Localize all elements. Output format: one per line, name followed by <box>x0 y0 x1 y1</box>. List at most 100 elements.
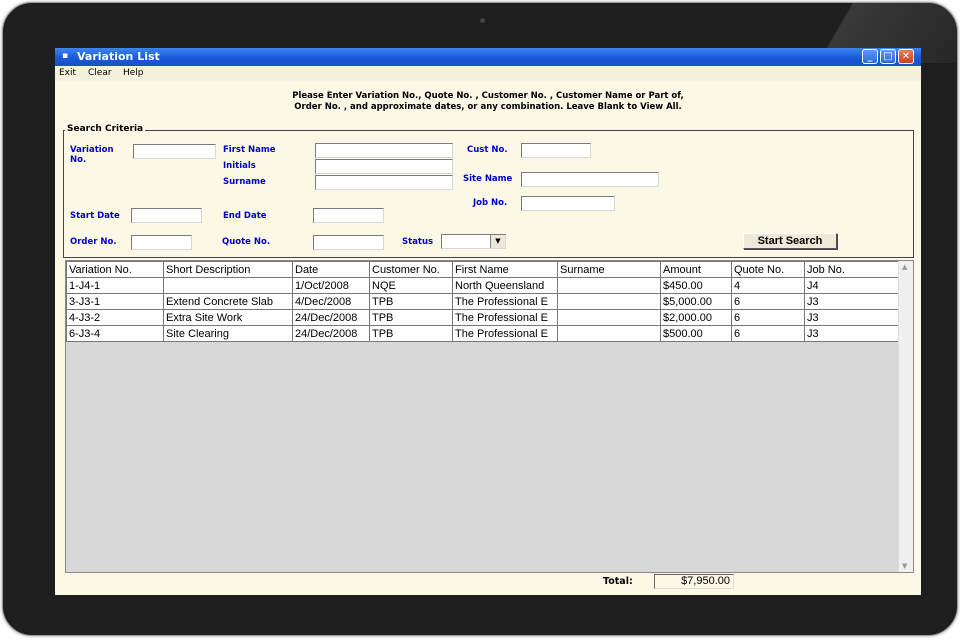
site-name-label: Site Name <box>463 174 513 184</box>
start-search-button[interactable]: Start Search <box>743 233 837 249</box>
variation-no-label: Variation No. <box>70 145 114 165</box>
col-customer-no[interactable]: Customer No. <box>369 261 453 278</box>
total-label: Total: <box>603 576 633 587</box>
close-icon[interactable]: ✕ <box>898 49 914 64</box>
cell[interactable]: TPB <box>369 325 453 342</box>
quote-no-input[interactable] <box>313 235 384 250</box>
col-amount[interactable]: Amount <box>660 261 732 278</box>
cell[interactable] <box>557 325 661 342</box>
start-date-label: Start Date <box>70 211 120 221</box>
menu-help[interactable]: Help <box>123 68 144 78</box>
cell[interactable]: 4 <box>731 277 805 294</box>
total-value: $7,950.00 <box>654 574 734 589</box>
cell[interactable]: Extend Concrete Slab <box>163 293 293 310</box>
variation-list-window: ▪ Variation List _ □ ✕ Exit Clear Help P… <box>55 48 921 595</box>
cell[interactable]: $2,000.00 <box>660 309 732 326</box>
col-variation-no[interactable]: Variation No. <box>66 261 164 278</box>
cell[interactable]: 24/Dec/2008 <box>292 309 370 326</box>
cell[interactable]: J4 <box>804 277 902 294</box>
cell[interactable]: 6 <box>731 309 805 326</box>
screen: ▪ Variation List _ □ ✕ Exit Clear Help P… <box>55 48 921 595</box>
start-date-input[interactable] <box>131 208 202 223</box>
cell[interactable]: 6 <box>731 293 805 310</box>
cell[interactable]: $500.00 <box>660 325 732 342</box>
status-label: Status <box>402 237 434 247</box>
col-surname[interactable]: Surname <box>557 261 661 278</box>
table-header-row: Variation No. Short Description Date Cus… <box>66 261 902 278</box>
quote-no-label: Quote No. <box>222 237 271 247</box>
cust-no-label: Cust No. <box>467 145 508 155</box>
cell[interactable]: TPB <box>369 309 453 326</box>
table-row[interactable]: 3-J3-1 Extend Concrete Slab 4/Dec/2008 T… <box>66 293 902 310</box>
cell[interactable]: J3 <box>804 325 902 342</box>
col-first-name[interactable]: First Name <box>452 261 558 278</box>
table-row[interactable]: 4-J3-2 Extra Site Work 24/Dec/2008 TPB T… <box>66 309 902 326</box>
table-row[interactable]: 1-J4-1 1/Oct/2008 NQE North Queensland $… <box>66 277 902 294</box>
window-title: Variation List <box>77 50 160 63</box>
cell[interactable]: $5,000.00 <box>660 293 732 310</box>
menu-bar: Exit Clear Help <box>55 66 921 81</box>
minimize-icon[interactable]: _ <box>862 49 878 64</box>
maximize-icon[interactable]: □ <box>880 49 896 64</box>
col-quote-no[interactable]: Quote No. <box>731 261 805 278</box>
table-row[interactable]: 6-J3-4 Site Clearing 24/Dec/2008 TPB The… <box>66 325 902 342</box>
initials-input[interactable] <box>315 159 453 174</box>
instructions-line-2: Order No. , and approximate dates, or an… <box>294 102 682 112</box>
end-date-label: End Date <box>223 211 267 221</box>
initials-label: Initials <box>223 161 256 171</box>
cell[interactable]: The Professional E <box>452 309 558 326</box>
cell[interactable]: The Professional E <box>452 325 558 342</box>
order-no-input[interactable] <box>131 235 192 250</box>
end-date-input[interactable] <box>313 208 384 223</box>
cell[interactable]: J3 <box>804 309 902 326</box>
cell[interactable]: 1/Oct/2008 <box>292 277 370 294</box>
scroll-up-icon[interactable]: ▲ <box>902 263 907 271</box>
window-app-icon: ▪ <box>61 51 69 61</box>
cell[interactable]: 6-J3-4 <box>66 325 164 342</box>
cell[interactable]: 3-J3-1 <box>66 293 164 310</box>
cell[interactable]: J3 <box>804 293 902 310</box>
search-criteria-legend: Search Criteria <box>65 124 146 134</box>
cell[interactable]: Site Clearing <box>163 325 293 342</box>
cell[interactable]: TPB <box>369 293 453 310</box>
cell[interactable] <box>557 277 661 294</box>
menu-clear[interactable]: Clear <box>88 68 112 78</box>
surname-input[interactable] <box>315 175 453 190</box>
order-no-label: Order No. <box>70 237 117 247</box>
col-short-description[interactable]: Short Description <box>163 261 293 278</box>
job-no-label: Job No. <box>473 198 508 208</box>
cell[interactable] <box>163 277 293 294</box>
cell[interactable]: 4-J3-2 <box>66 309 164 326</box>
surname-label: Surname <box>223 177 266 187</box>
cell[interactable]: 6 <box>731 325 805 342</box>
job-no-input[interactable] <box>521 196 615 211</box>
cell[interactable]: North Queensland <box>452 277 558 294</box>
variation-no-input[interactable] <box>133 144 216 159</box>
variation-table: Variation No. Short Description Date Cus… <box>66 261 902 342</box>
cell[interactable]: Extra Site Work <box>163 309 293 326</box>
instructions-line-1: Please Enter Variation No., Quote No. , … <box>292 91 684 101</box>
cell[interactable]: The Professional E <box>452 293 558 310</box>
cell[interactable] <box>557 293 661 310</box>
cell[interactable] <box>557 309 661 326</box>
grid-scrollbar[interactable]: ▲ ▼ <box>898 261 913 572</box>
cell[interactable]: 1-J4-1 <box>66 277 164 294</box>
instructions: Please Enter Variation No., Quote No. , … <box>55 91 921 113</box>
site-name-input[interactable] <box>521 172 659 187</box>
cell[interactable]: 24/Dec/2008 <box>292 325 370 342</box>
menu-exit[interactable]: Exit <box>59 68 76 78</box>
cell[interactable]: NQE <box>369 277 453 294</box>
first-name-input[interactable] <box>315 143 453 158</box>
col-job-no[interactable]: Job No. <box>804 261 902 278</box>
col-date[interactable]: Date <box>292 261 370 278</box>
title-bar[interactable]: ▪ Variation List _ □ ✕ <box>55 48 921 66</box>
cell[interactable]: $450.00 <box>660 277 732 294</box>
first-name-label: First Name <box>223 145 276 155</box>
variation-grid: Variation No. Short Description Date Cus… <box>65 260 914 573</box>
status-select[interactable]: ▼ <box>441 234 506 249</box>
cust-no-input[interactable] <box>521 143 591 158</box>
chevron-down-icon[interactable]: ▼ <box>490 235 505 248</box>
scroll-down-icon[interactable]: ▼ <box>902 562 907 570</box>
camera-icon <box>480 18 485 23</box>
cell[interactable]: 4/Dec/2008 <box>292 293 370 310</box>
